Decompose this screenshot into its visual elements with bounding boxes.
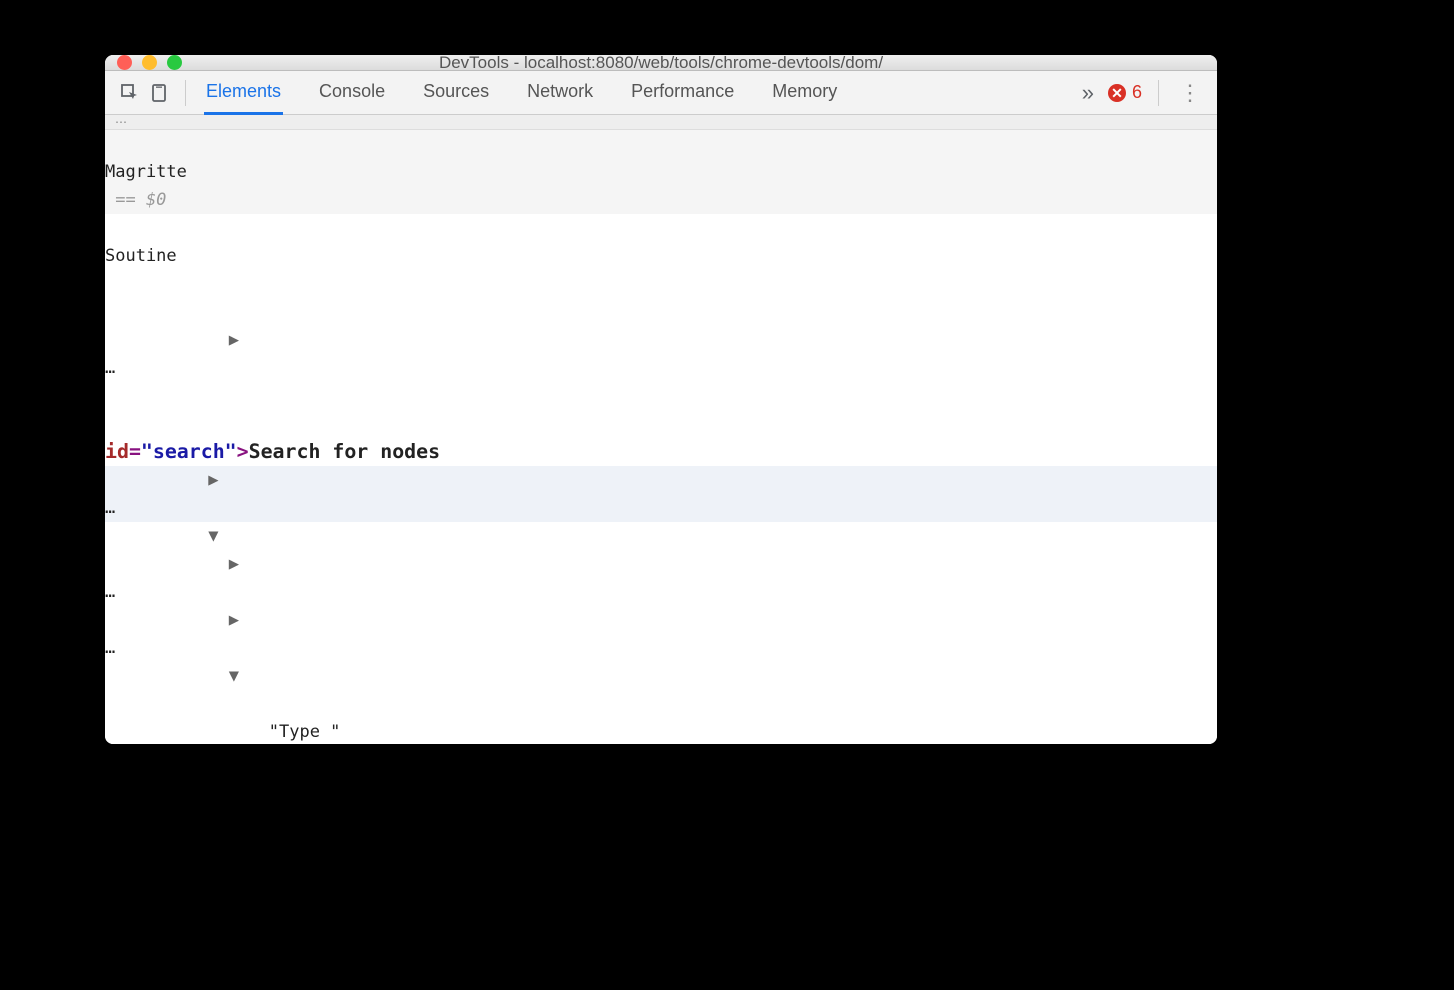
zoom-window-button[interactable] xyxy=(167,55,182,70)
toolbar-separator xyxy=(185,80,186,106)
dom-tree[interactable]: Magritte == $0 Soutine ▶ … id="search">S… xyxy=(105,130,1217,744)
error-count-badge[interactable]: ✕ 6 xyxy=(1102,82,1148,103)
panel-tabs: Elements Console Sources Network Perform… xyxy=(204,71,839,115)
dom-tree-row[interactable] xyxy=(105,270,1217,298)
dom-tree-row[interactable] xyxy=(105,382,1217,410)
dom-tree-row[interactable]: ▶ … xyxy=(105,466,1217,522)
dom-tree-row[interactable]: "Type " xyxy=(105,718,1217,744)
dom-tree-row[interactable]: id="search">Search for nodes xyxy=(105,410,1217,466)
dom-context-bar: ⋯ xyxy=(105,115,1217,130)
close-window-button[interactable] xyxy=(117,55,132,70)
devtools-window: DevTools - localhost:8080/web/tools/chro… xyxy=(105,55,1217,744)
tab-sources[interactable]: Sources xyxy=(421,71,491,115)
dom-tree-row[interactable]: ▶ … xyxy=(105,550,1217,606)
error-icon: ✕ xyxy=(1108,84,1126,102)
tab-memory[interactable]: Memory xyxy=(770,71,839,115)
dom-tree-row[interactable]: Soutine xyxy=(105,214,1217,270)
minimize-window-button[interactable] xyxy=(142,55,157,70)
tab-elements[interactable]: Elements xyxy=(204,71,283,115)
window-title: DevTools - localhost:8080/web/tools/chro… xyxy=(105,55,1217,73)
dom-tree-row[interactable]: Magritte == $0 xyxy=(105,130,1217,214)
tab-console[interactable]: Console xyxy=(317,71,387,115)
inspect-element-icon[interactable] xyxy=(115,78,145,108)
dom-tree-row[interactable]: ▼ xyxy=(105,662,1217,718)
dom-tree-row[interactable]: ▶ … xyxy=(105,606,1217,662)
more-tabs-icon[interactable]: » xyxy=(1074,80,1102,106)
settings-menu-icon[interactable]: ⋮ xyxy=(1169,80,1211,106)
toolbar-separator xyxy=(1158,80,1159,106)
device-toolbar-icon[interactable] xyxy=(145,78,175,108)
dom-tree-row[interactable] xyxy=(105,298,1217,326)
tab-performance[interactable]: Performance xyxy=(629,71,736,115)
traffic-lights xyxy=(117,55,182,70)
dom-tree-row[interactable]: ▶ … xyxy=(105,326,1217,382)
titlebar: DevTools - localhost:8080/web/tools/chro… xyxy=(105,55,1217,71)
main-toolbar: Elements Console Sources Network Perform… xyxy=(105,71,1217,115)
dom-tree-row[interactable]: ▼ xyxy=(105,522,1217,550)
tab-network[interactable]: Network xyxy=(525,71,595,115)
error-count: 6 xyxy=(1132,82,1142,103)
